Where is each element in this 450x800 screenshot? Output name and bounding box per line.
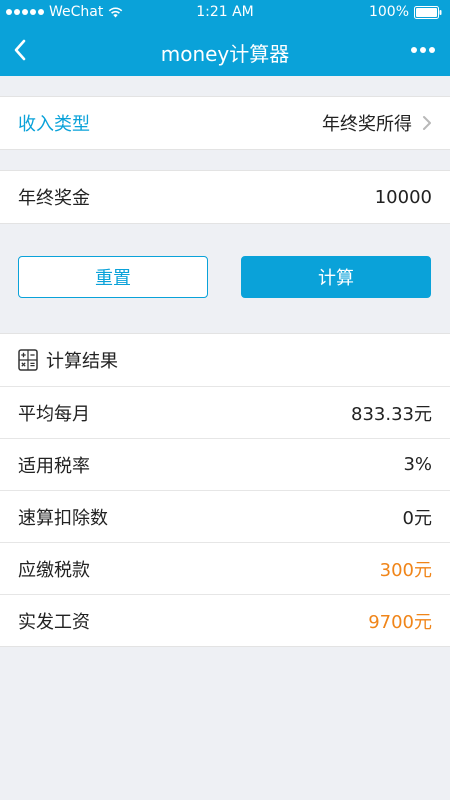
income-type-selector[interactable]: 年终奖所得 (322, 110, 432, 136)
top-bar: WeChat 1:21 AM 100% money计算器 (0, 0, 450, 76)
navigation-bar: money计算器 (0, 28, 450, 74)
status-right: 100% (369, 4, 442, 20)
calculator-icon (18, 349, 38, 371)
result-label: 应缴税款 (18, 559, 90, 581)
income-type-value: 年终奖所得 (322, 114, 412, 135)
result-label: 实发工资 (18, 611, 90, 633)
result-row-tax-rate: 适用税率 3% (0, 438, 450, 490)
bonus-row[interactable]: 年终奖金 10000 (0, 171, 450, 223)
result-label: 速算扣除数 (18, 507, 108, 529)
result-title: 计算结果 (46, 351, 118, 372)
result-row-average-monthly: 平均每月 833.33元 (0, 386, 450, 438)
result-value: 833.33元 (351, 403, 432, 425)
result-row-net-salary: 实发工资 9700元 (0, 594, 450, 646)
result-value-tax-payable: 300元 (379, 559, 432, 581)
battery-icon (414, 5, 442, 19)
chevron-right-icon (423, 116, 431, 130)
result-value: 0元 (402, 507, 432, 529)
income-type-card: 收入类型 年终奖所得 (0, 96, 450, 150)
result-row-tax-payable: 应缴税款 300元 (0, 542, 450, 594)
income-type-label: 收入类型 (18, 114, 90, 135)
reset-button[interactable]: 重置 (18, 256, 208, 298)
income-type-row[interactable]: 收入类型 年终奖所得 (0, 97, 450, 149)
result-row-quick-deduction: 速算扣除数 0元 (0, 490, 450, 542)
result-header: 计算结果 (0, 334, 450, 386)
battery-percent: 100% (368, 4, 409, 20)
result-card: 计算结果 平均每月 833.33元 适用税率 3% 速算扣除数 0元 应缴税款 … (0, 333, 450, 647)
more-icon[interactable] (410, 46, 436, 54)
bonus-input[interactable]: 10000 (375, 187, 432, 208)
result-label: 平均每月 (18, 403, 90, 425)
page-title: money计算器 (160, 42, 290, 66)
bonus-card: 年终奖金 10000 (0, 170, 450, 224)
bonus-label: 年终奖金 (18, 188, 90, 209)
result-value: 3% (403, 454, 432, 475)
result-value-net-salary: 9700元 (368, 611, 432, 633)
status-bar: WeChat 1:21 AM 100% (0, 0, 450, 24)
calculate-button[interactable]: 计算 (241, 256, 431, 298)
result-label: 适用税率 (18, 455, 90, 477)
